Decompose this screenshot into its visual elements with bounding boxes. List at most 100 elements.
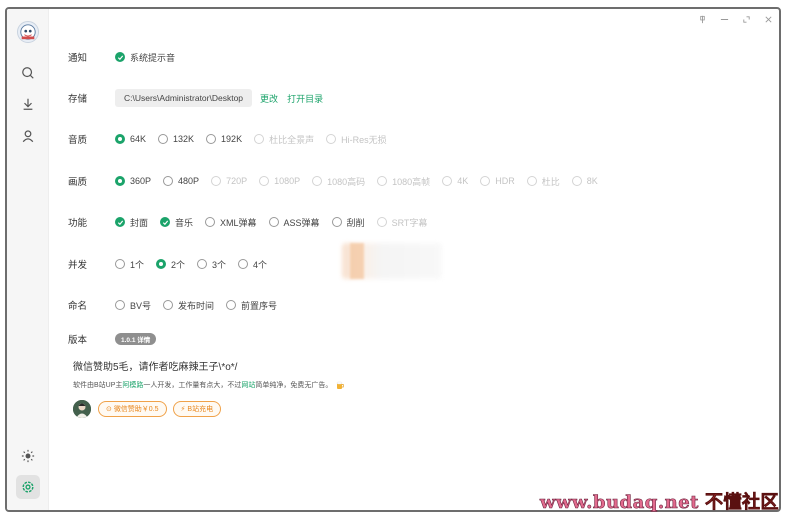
audio-option-132k[interactable]: 132K (158, 134, 194, 144)
sidebar (7, 9, 49, 510)
open-folder-link[interactable]: 打开目录 (287, 92, 323, 105)
concurrency-option-4[interactable]: 4个 (238, 258, 267, 271)
audio-option-64k[interactable]: 64K (115, 134, 146, 144)
concurrency-option-2[interactable]: 2个 (156, 258, 185, 271)
radio-icon (115, 300, 125, 310)
feature-srt-subtitle-checkbox[interactable]: SRT字幕 (376, 216, 428, 229)
audio-option-192k[interactable]: 192K (206, 134, 242, 144)
site-link[interactable]: 网站 (241, 380, 255, 390)
option-label: BV号 (130, 300, 152, 311)
feature-cover-checkbox[interactable]: 封面 (115, 216, 148, 229)
video-option-480p[interactable]: 480P (163, 176, 199, 186)
concurrency-option-1[interactable]: 1个 (115, 258, 144, 271)
video-option-1080-high-fps[interactable]: 1080高帧 (377, 175, 430, 188)
app-logo-icon[interactable] (17, 21, 39, 43)
radio-icon (115, 176, 125, 186)
version-row: 版本 1.0.1 详情 (68, 331, 157, 347)
version-label: 版本 (68, 335, 88, 346)
donate-headline: 微信赞助5毛，请作者吃麻辣王子\*o*/ (73, 362, 238, 373)
option-label: 封面 (130, 217, 149, 228)
watermark-url: www.budaq.net (539, 492, 699, 514)
settings-panel: 通知 系统提示音 存储 C:\Users\Administrator\Deskt… (68, 9, 779, 510)
system-sound-checkbox[interactable]: 系统提示音 (115, 51, 175, 64)
storage-row: 存储 C:\Users\Administrator\Desktop 更改 打开目… (68, 89, 332, 107)
option-label: 4个 (253, 259, 268, 270)
settings-icon[interactable] (16, 475, 40, 499)
naming-option-bv[interactable]: BV号 (115, 299, 151, 312)
radio-icon (480, 176, 491, 186)
radio-icon (211, 176, 222, 186)
radio-icon (115, 259, 125, 269)
option-label: 192K (221, 134, 243, 144)
radio-icon (163, 300, 174, 310)
button-label: B站充电 (187, 406, 214, 413)
option-label: 132K (173, 134, 195, 144)
option-label: HDR (495, 176, 515, 186)
author-link[interactable]: 阿模路 (122, 380, 143, 390)
radio-icon (226, 300, 237, 310)
option-label: 发布时间 (178, 300, 215, 311)
sun-icon[interactable] (18, 446, 38, 466)
option-label: XML弹幕 (220, 217, 257, 228)
radio-icon (158, 134, 169, 144)
checkbox-icon (376, 217, 387, 227)
option-label: 8K (586, 176, 598, 186)
feature-ass-danmaku-checkbox[interactable]: ASS弹幕 (268, 216, 320, 229)
feature-xml-danmaku-checkbox[interactable]: XML弹幕 (205, 216, 257, 229)
radio-icon (254, 134, 265, 144)
video-option-1080p[interactable]: 1080P (259, 176, 300, 186)
change-path-link[interactable]: 更改 (260, 92, 278, 105)
app-window: 通知 系统提示音 存储 C:\Users\Administrator\Deskt… (5, 7, 781, 512)
video-option-dolby[interactable]: 杜比 (526, 175, 560, 188)
video-label: 画质 (68, 177, 88, 188)
bilibili-charge-button[interactable]: ⚡ B站充电 (172, 401, 222, 417)
feature-scrape-checkbox[interactable]: 刮削 (331, 216, 365, 229)
option-label: 刮削 (346, 217, 365, 228)
version-badge[interactable]: 1.0.1 详情 (115, 333, 157, 345)
wechat-donate-button[interactable]: ⊙ 微信赞助￥0.5 (98, 401, 167, 417)
video-option-720p[interactable]: 720P (211, 176, 247, 186)
beer-icon (337, 381, 345, 389)
feature-music-checkbox[interactable]: 音乐 (160, 216, 193, 229)
option-label: 64K (130, 134, 147, 144)
option-label: 杜比全景声 (269, 134, 315, 145)
concurrency-row: 并发 1个 2个 3个 4个 (68, 256, 279, 272)
search-icon[interactable] (18, 63, 38, 83)
video-option-8k[interactable]: 8K (571, 176, 598, 186)
video-option-4k[interactable]: 4K (442, 176, 468, 186)
checkbox-icon (268, 217, 279, 227)
option-label: 360P (130, 176, 152, 186)
option-label: 2个 (171, 259, 186, 270)
concurrency-option-3[interactable]: 3个 (197, 258, 226, 271)
features-row: 功能 封面 音乐 XML弹幕 ASS弹幕 刮削 SRT字幕 (68, 214, 439, 230)
user-icon[interactable] (18, 126, 38, 146)
audio-option-dolby-atmos[interactable]: 杜比全景声 (254, 133, 314, 146)
radio-icon (156, 259, 167, 269)
radio-icon (326, 134, 337, 144)
radio-icon (163, 176, 174, 186)
site-watermark: www.budaq.net 不懂社区 (540, 488, 779, 514)
naming-option-prefix-index[interactable]: 前置序号 (226, 299, 277, 312)
check-icon (115, 52, 125, 62)
option-label: SRT字幕 (391, 217, 428, 228)
radio-icon (115, 134, 125, 144)
notify-row: 通知 系统提示音 (68, 49, 187, 65)
video-option-360p[interactable]: 360P (115, 176, 151, 186)
audio-option-hires[interactable]: Hi-Res无损 (326, 133, 387, 146)
naming-option-publish-time[interactable]: 发布时间 (163, 299, 214, 312)
video-option-hdr[interactable]: HDR (480, 176, 515, 186)
option-label: Hi-Res无损 (341, 134, 387, 145)
radio-icon (442, 176, 453, 186)
video-row: 画质 360P 480P 720P 1080P 1080高码 1080高帧 4K… (68, 173, 610, 189)
button-label: 微信赞助￥0.5 (113, 406, 159, 413)
option-label: 720P (226, 176, 248, 186)
storage-path-field[interactable]: C:\Users\Administrator\Desktop (115, 89, 253, 107)
blurred-region (350, 243, 364, 279)
option-label: 1080高码 (327, 176, 366, 187)
download-icon[interactable] (18, 94, 38, 114)
radio-icon (571, 176, 582, 186)
option-label: 前置序号 (241, 300, 278, 311)
video-option-1080-high-bitrate[interactable]: 1080高码 (312, 175, 365, 188)
radio-icon (377, 176, 388, 186)
watermark-cn: 不懂社区 (705, 492, 779, 514)
